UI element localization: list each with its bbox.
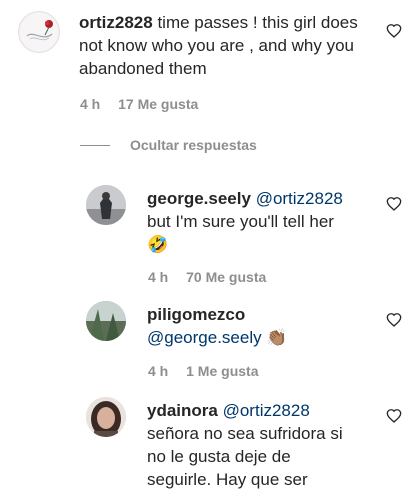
like-heart-icon[interactable]: [386, 23, 402, 39]
avatar-image: [86, 397, 126, 437]
avatar-image: [20, 13, 58, 51]
reply-username[interactable]: ydainora: [147, 401, 218, 420]
reply-text-line: seguirle. Hay que ser: [147, 470, 308, 489]
avatar-image: [86, 185, 126, 225]
like-heart-icon[interactable]: [386, 312, 402, 328]
reply-time: 4 h: [148, 363, 169, 379]
reply-body: george.seely @ortiz2828 but I'm sure you…: [147, 187, 383, 256]
comment-meta: 4 h 17 Me gusta: [80, 96, 212, 112]
reply-mention[interactable]: @george.seely: [147, 328, 262, 347]
reply-mention[interactable]: @ortiz2828: [256, 189, 343, 208]
like-heart-icon[interactable]: [386, 196, 402, 212]
avatar[interactable]: [86, 301, 126, 341]
reply-text-line: no le gusta deje de: [147, 447, 291, 466]
avatar[interactable]: [86, 185, 126, 225]
reply-username[interactable]: piligomezco: [147, 305, 245, 324]
reply-time: 4 h: [148, 269, 169, 285]
comment-username[interactable]: ortiz2828: [79, 13, 153, 32]
hide-replies-button[interactable]: Ocultar respuestas: [130, 137, 257, 153]
reply-emoji: 🤣: [147, 235, 169, 254]
reply-likes[interactable]: 1 Me gusta: [186, 363, 258, 379]
reply-text-line: señora no sea sufridora si: [147, 424, 343, 443]
avatar[interactable]: [18, 11, 60, 53]
reply-text: but I'm sure you'll tell her: [147, 212, 334, 231]
reply-username[interactable]: george.seely: [147, 189, 251, 208]
replies-divider: [80, 145, 110, 146]
comment-time: 4 h: [80, 96, 101, 112]
reply-likes[interactable]: 70 Me gusta: [186, 269, 266, 285]
reply-mention[interactable]: @ortiz2828: [223, 401, 310, 420]
comment-likes[interactable]: 17 Me gusta: [118, 96, 198, 112]
avatar-image: [86, 301, 126, 341]
reply-meta: 4 h 70 Me gusta: [148, 269, 280, 285]
reply-meta: 4 h 1 Me gusta: [148, 363, 272, 379]
avatar[interactable]: [86, 397, 126, 437]
like-heart-icon[interactable]: [386, 408, 402, 424]
reply-emoji: 👏🏽: [266, 328, 288, 347]
comment-body: ortiz2828 time passes ! this girl does n…: [79, 11, 384, 80]
reply-body: piligomezco @george.seely 👏🏽: [147, 303, 383, 349]
reply-body: ydainora @ortiz2828 señora no sea sufrid…: [147, 399, 383, 491]
